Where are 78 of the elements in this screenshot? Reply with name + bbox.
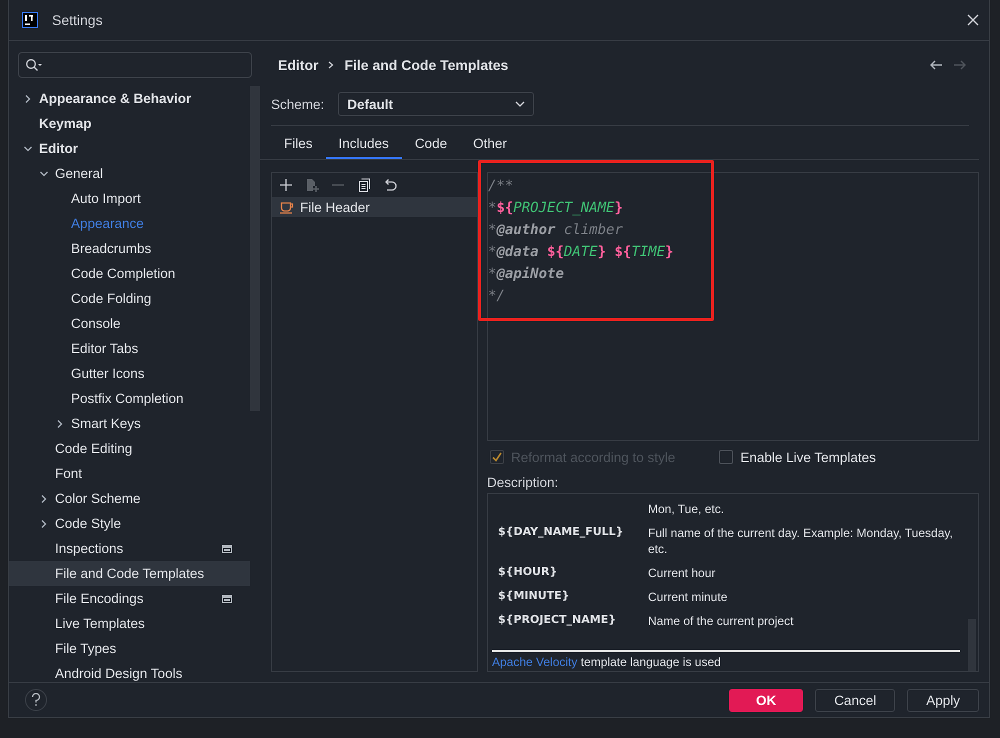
checkbox[interactable] bbox=[719, 450, 734, 464]
tree-item[interactable]: General bbox=[9, 161, 250, 186]
tree-item[interactable]: Keymap bbox=[9, 111, 250, 136]
tab[interactable]: Code bbox=[402, 129, 460, 159]
copy-icon[interactable] bbox=[357, 178, 371, 192]
variable-name: ${PROJECT_NAME} bbox=[498, 613, 618, 628]
chevron-down-icon[interactable] bbox=[39, 168, 49, 178]
chevron-down-icon[interactable] bbox=[23, 144, 33, 154]
tree-item[interactable]: Postfix Completion bbox=[9, 386, 250, 411]
tree-item[interactable]: Color Scheme bbox=[9, 486, 250, 511]
tree-item[interactable]: Inspections bbox=[9, 536, 250, 561]
tree-item[interactable]: Font bbox=[9, 461, 250, 486]
variable-description: Current minute bbox=[648, 589, 728, 605]
variable-description: Mon, Tue, etc. bbox=[648, 501, 726, 517]
tree-item[interactable]: Code Completion bbox=[9, 261, 250, 286]
code-line: *${PROJECT_NAME} bbox=[488, 199, 623, 218]
tab[interactable]: Files bbox=[271, 129, 326, 159]
dialog-button[interactable]: Apply bbox=[907, 688, 979, 712]
chevron-down-icon bbox=[515, 101, 526, 107]
tree-item[interactable]: Appearance & Behavior bbox=[9, 86, 250, 111]
tree-item[interactable]: Auto Import bbox=[9, 186, 250, 211]
window-title: Settings bbox=[52, 12, 103, 28]
close-icon[interactable] bbox=[967, 14, 979, 26]
chevron-right-icon[interactable] bbox=[55, 418, 65, 428]
tree-item[interactable]: Code Editing bbox=[9, 436, 250, 461]
variable-name: ${DAY_NAME_FULL} bbox=[498, 525, 625, 540]
tree-item[interactable]: Android Design Tools bbox=[9, 661, 250, 682]
variable-name: ${MINUTE} bbox=[498, 589, 571, 604]
ok-button[interactable]: OK bbox=[728, 688, 804, 712]
app-logo-icon bbox=[22, 12, 38, 28]
tree-item[interactable]: Smart Keys bbox=[9, 411, 250, 436]
tree-item[interactable]: File Types bbox=[9, 636, 250, 661]
add-icon[interactable] bbox=[279, 178, 293, 192]
tree-item[interactable]: File and Code Templates bbox=[9, 561, 250, 586]
tab[interactable]: Includes bbox=[326, 129, 402, 159]
tree-item[interactable]: Code Folding bbox=[9, 286, 250, 311]
cup-icon bbox=[280, 200, 294, 214]
chevron-right-icon[interactable] bbox=[39, 518, 49, 528]
checkbox-label[interactable]: Enable Live Templates bbox=[740, 450, 876, 464]
velocity-link[interactable]: Apache Velocity bbox=[492, 655, 578, 669]
breadcrumb-item[interactable]: Editor bbox=[278, 57, 318, 73]
scheme-dropdown[interactable]: Default bbox=[338, 92, 534, 116]
tree-item[interactable]: Editor Tabs bbox=[9, 336, 250, 361]
tree-item[interactable]: Appearance bbox=[9, 211, 250, 236]
variable-description: Full name of the current day. Example: Monday, Tuesday, etc. bbox=[648, 525, 954, 557]
search-icon bbox=[25, 58, 43, 72]
scheme-label: Scheme: bbox=[271, 96, 324, 112]
template-item[interactable]: File Header bbox=[272, 197, 477, 217]
tree-item[interactable]: File Encodings bbox=[9, 586, 250, 611]
variable-description: Current hour bbox=[648, 565, 716, 581]
tree-item[interactable]: Breadcrumbs bbox=[9, 236, 250, 261]
code-line: *@data ${DATE} ${TIME} bbox=[488, 243, 674, 262]
code-line: /** bbox=[488, 177, 514, 196]
question-mark-icon bbox=[31, 693, 41, 707]
tree-item[interactable]: Gutter Icons bbox=[9, 361, 250, 386]
help-button[interactable] bbox=[25, 689, 47, 711]
tree-item[interactable]: Console bbox=[9, 311, 250, 336]
code-line: *@author climber bbox=[488, 221, 623, 240]
tree-item[interactable]: Editor bbox=[9, 136, 250, 161]
variable-name: ${HOUR} bbox=[498, 565, 558, 580]
tree-item[interactable]: Live Templates bbox=[9, 611, 250, 636]
code-editor[interactable]: /** *${PROJECT_NAME} *@author climber *@data ${DATE} ${TIME} *@apiNote */ bbox=[487, 172, 979, 441]
tab[interactable]: Other bbox=[460, 129, 520, 159]
add-file-icon[interactable] bbox=[305, 178, 319, 192]
footer-note: Apache Velocity template language is used bbox=[492, 655, 721, 669]
dialog-button[interactable]: Cancel bbox=[815, 688, 896, 712]
back-arrow-icon[interactable] bbox=[929, 59, 943, 71]
code-line: *@apiNote bbox=[488, 265, 564, 284]
chevron-right-icon[interactable] bbox=[39, 494, 49, 504]
breadcrumb-item: File and Code Templates bbox=[344, 57, 508, 73]
chevron-right-icon[interactable] bbox=[23, 94, 33, 104]
description-label: Description: bbox=[487, 474, 560, 492]
search-field[interactable] bbox=[18, 52, 252, 78]
code-line: */ bbox=[488, 287, 505, 306]
undo-icon[interactable] bbox=[383, 178, 397, 192]
chevron-right-icon bbox=[328, 61, 334, 69]
tree-item[interactable]: Code Style bbox=[9, 511, 250, 536]
variable-description: Name of the current project bbox=[648, 613, 794, 629]
